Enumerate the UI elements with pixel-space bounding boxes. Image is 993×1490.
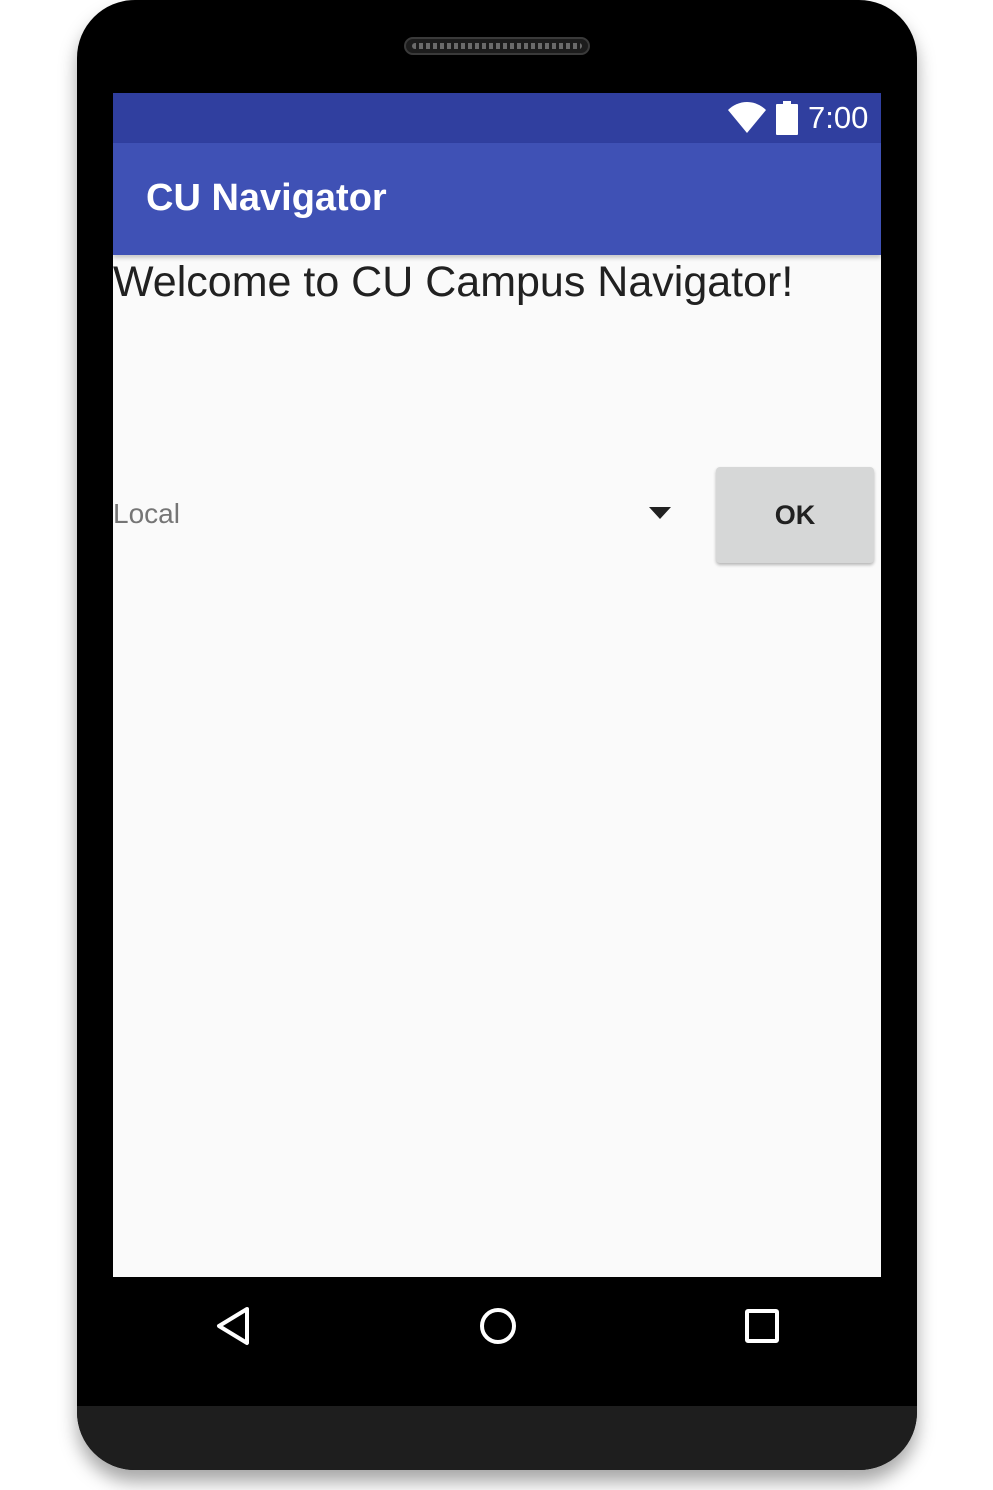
back-icon[interactable]	[213, 1305, 253, 1347]
spinner-selected-value: Local	[113, 498, 180, 529]
app-bar: CU Navigator	[113, 143, 881, 255]
ok-button-label: OK	[774, 499, 816, 530]
device-frame: 7:00 CU Navigator Welcome to CU Campus N…	[77, 0, 917, 1470]
dropdown-arrow-icon	[649, 507, 671, 519]
app-screen: 7:00 CU Navigator Welcome to CU Campus N…	[113, 93, 881, 1277]
battery-icon	[776, 101, 798, 135]
ok-button[interactable]: OK	[716, 467, 874, 563]
recents-icon[interactable]	[744, 1308, 780, 1344]
app-title: CU Navigator	[146, 177, 387, 219]
welcome-text: Welcome to CU Campus Navigator!	[113, 258, 794, 306]
location-spinner[interactable]: Local	[113, 483, 689, 547]
device-bottom-shade	[77, 1406, 917, 1470]
navigation-bar	[113, 1277, 881, 1373]
status-clock: 7:00	[808, 100, 869, 135]
speaker-grille	[404, 37, 590, 55]
home-icon[interactable]	[478, 1306, 518, 1346]
wifi-icon	[728, 102, 766, 133]
status-bar: 7:00	[113, 93, 881, 143]
